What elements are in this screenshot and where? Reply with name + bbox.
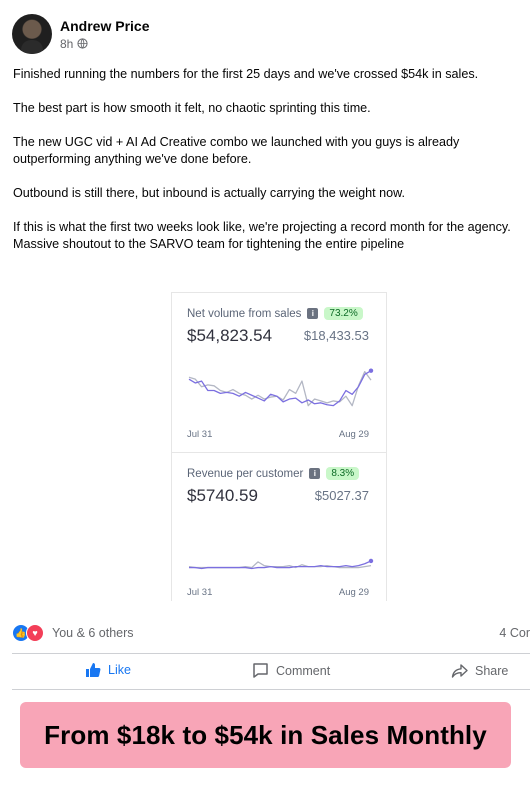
net-volume-chart <box>188 368 374 407</box>
revenue-per-customer-card: Revenue per customer i 8.3% $5740.59 $50… <box>171 452 387 601</box>
comment-icon <box>253 663 268 678</box>
comment-label: Comment <box>276 663 331 678</box>
share-icon <box>451 664 468 678</box>
promo-banner: From $18k to $54k in Sales Monthly <box>20 702 511 768</box>
info-icon[interactable]: i <box>307 308 319 319</box>
x-start-label: Jul 31 <box>187 587 213 598</box>
series-line <box>188 561 372 569</box>
current-value: $5740.59 <box>187 486 258 505</box>
previous-value: $5027.37 <box>314 488 369 503</box>
chart-title-row: Revenue per customer i 8.3% <box>187 467 360 480</box>
reaction-summary[interactable]: 👍 ♥ You & 6 others <box>12 624 134 642</box>
net-volume-card: Net volume from sales i 73.2% $54,823.54… <box>171 292 387 453</box>
change-badge: 8.3% <box>326 467 360 480</box>
like-label: Like <box>108 663 131 677</box>
comment-count[interactable]: 4 Cor <box>499 626 530 640</box>
x-end-label: Aug 29 <box>338 429 369 440</box>
post-text: Finished running the numbers for the fir… <box>13 66 523 270</box>
chart-title-row: Net volume from sales i 73.2% <box>187 307 363 320</box>
post-time-row: 8h <box>60 37 149 51</box>
reaction-count[interactable]: You & 6 others <box>52 626 134 640</box>
author-meta: Andrew Price 8h <box>60 18 149 51</box>
post-paragraph: The best part is how smooth it felt, no … <box>13 101 371 115</box>
chart-title: Revenue per customer <box>187 467 304 480</box>
share-button[interactable]: Share <box>451 662 508 679</box>
share-label: Share <box>475 663 509 678</box>
previous-value: $18,433.53 <box>303 328 369 343</box>
globe-icon <box>77 38 88 49</box>
current-value: $54,823.54 <box>187 326 273 345</box>
chart-title: Net volume from sales <box>187 307 302 320</box>
love-reaction-icon: ♥ <box>26 624 44 642</box>
post-actions: Like Comment Share <box>0 662 530 682</box>
post-paragraph: Finished running the numbers for the fir… <box>13 67 479 81</box>
divider <box>12 653 530 654</box>
comment-button[interactable]: Comment <box>252 662 330 679</box>
like-button[interactable]: Like <box>85 662 131 678</box>
post-paragraph: The new UGC vid + AI Ad Creative combo w… <box>13 135 460 166</box>
series-endpoint <box>368 558 374 564</box>
change-badge: 73.2% <box>324 307 363 320</box>
post-paragraph: Outbound is still there, but inbound is … <box>13 186 406 200</box>
divider <box>12 689 530 690</box>
post-paragraph: If this is what the first two weeks look… <box>13 220 511 251</box>
post-time[interactable]: 8h <box>60 37 73 51</box>
avatar[interactable] <box>12 14 52 54</box>
author-name[interactable]: Andrew Price <box>60 18 149 35</box>
x-start-label: Jul 31 <box>187 429 213 440</box>
series-endpoint <box>368 368 374 373</box>
series-line <box>188 370 372 407</box>
post-header: Andrew Price 8h <box>12 14 149 54</box>
x-end-label: Aug 29 <box>338 587 369 598</box>
revenue-per-customer-chart <box>188 558 374 570</box>
info-icon[interactable]: i <box>309 468 321 479</box>
thumbs-up-icon <box>86 663 101 677</box>
